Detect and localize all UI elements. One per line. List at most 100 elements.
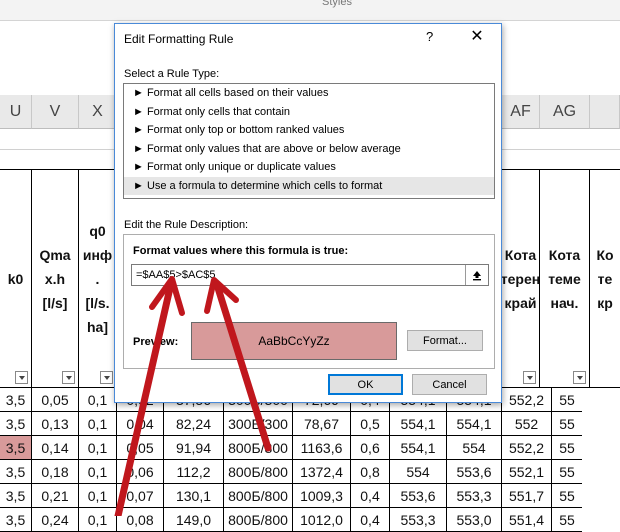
table-cell[interactable]: 551,4 xyxy=(502,508,552,532)
table-cell[interactable]: 553,0 xyxy=(447,508,502,532)
rule-type-list[interactable]: ► Format all cells based on their values… xyxy=(123,83,495,199)
table-cell[interactable]: 149,0 xyxy=(164,508,224,532)
table-cell[interactable]: 552,2 xyxy=(502,388,552,412)
rule-type-item[interactable]: ► Format only top or bottom ranked value… xyxy=(124,121,494,140)
column-header-af[interactable]: AF xyxy=(502,95,540,129)
column-header-u[interactable]: U xyxy=(0,95,32,129)
table-cell[interactable]: 553,6 xyxy=(390,484,447,508)
ribbon-strip: Styles xyxy=(0,0,620,21)
table-cell[interactable]: 553,3 xyxy=(447,484,502,508)
table-cell[interactable]: 554,1 xyxy=(447,412,502,436)
table-cell[interactable]: 3,5 xyxy=(0,412,32,436)
column-header-x[interactable]: X xyxy=(79,95,117,129)
table-cell[interactable]: 553,6 xyxy=(447,460,502,484)
table-cell[interactable]: 0,04 xyxy=(117,412,164,436)
table-cell[interactable]: 0,14 xyxy=(32,436,79,460)
table-cell[interactable]: 800Б/800 xyxy=(224,508,293,532)
column-header-ah[interactable] xyxy=(590,95,620,129)
table-cell[interactable]: 78,67 xyxy=(293,412,351,436)
table-cell[interactable]: 3,5 xyxy=(0,484,32,508)
filter-dropdown-button[interactable] xyxy=(100,371,113,384)
table-cell[interactable]: 1163,6 xyxy=(293,436,351,460)
table-cell[interactable]: 55 xyxy=(552,460,582,484)
table-cell[interactable]: 3,5 xyxy=(0,436,32,460)
table-cell[interactable]: 0,5 xyxy=(351,412,390,436)
table-cell[interactable]: 0,21 xyxy=(32,484,79,508)
table-cell[interactable]: 0,05 xyxy=(32,388,79,412)
rule-type-item[interactable]: ► Format only unique or duplicate values xyxy=(124,158,494,177)
table-cell[interactable]: 0,08 xyxy=(117,508,164,532)
edit-rule-description-label: Edit the Rule Description: xyxy=(124,219,249,231)
table-cell[interactable]: 554 xyxy=(447,436,502,460)
filter-dropdown-button[interactable] xyxy=(523,371,536,384)
cancel-button[interactable]: Cancel xyxy=(412,374,487,395)
header-cell-k0[interactable]: k0 xyxy=(0,170,32,388)
table-cell[interactable]: 55 xyxy=(552,412,582,436)
table-cell[interactable]: 0,1 xyxy=(79,508,117,532)
table-cell[interactable]: 55 xyxy=(552,508,582,532)
header-cell-kota-kr[interactable]: Ко те кр xyxy=(590,170,620,388)
table-cell[interactable]: 552 xyxy=(502,412,552,436)
help-button[interactable]: ? xyxy=(426,29,433,44)
table-cell[interactable]: 0,06 xyxy=(117,460,164,484)
table-cell[interactable]: 552,2 xyxy=(502,436,552,460)
column-header-ag[interactable]: AG xyxy=(540,95,590,129)
table-cell[interactable]: 0,07 xyxy=(117,484,164,508)
formula-input[interactable]: =$AA$5>$AC$5 xyxy=(131,264,489,286)
header-cell-q0[interactable]: q0 инф . [l/s. ha] xyxy=(79,170,117,388)
header-cell-kota-teme[interactable]: Кота теме нач. xyxy=(540,170,590,388)
header-text: q0 инф . [l/s. ha] xyxy=(82,222,113,335)
format-button[interactable]: Format... xyxy=(407,330,483,351)
column-header-v[interactable]: V xyxy=(32,95,79,129)
table-cell[interactable]: 554,1 xyxy=(390,412,447,436)
table-cell[interactable]: 1009,3 xyxy=(293,484,351,508)
table-cell[interactable]: 0,05 xyxy=(117,436,164,460)
table-cell[interactable]: 800Б/800 xyxy=(224,484,293,508)
header-cell-kota-teren[interactable]: Кота терен край xyxy=(501,170,540,388)
table-cell[interactable]: 3,5 xyxy=(0,460,32,484)
table-cell[interactable]: 3,5 xyxy=(0,508,32,532)
table-cell[interactable]: 554,1 xyxy=(390,436,447,460)
table-cell[interactable]: 0,1 xyxy=(79,412,117,436)
table-cell[interactable]: 1372,4 xyxy=(293,460,351,484)
table-cell[interactable]: 0,1 xyxy=(79,484,117,508)
formula-label: Format values where this formula is true… xyxy=(133,245,349,257)
rule-type-item[interactable]: ► Format all cells based on their values xyxy=(124,84,494,103)
table-cell[interactable]: 800Б/800 xyxy=(224,436,293,460)
ok-button[interactable]: OK xyxy=(328,374,403,395)
rule-type-item[interactable]: ► Format only values that are above or b… xyxy=(124,140,494,159)
table-cell[interactable]: 300Б/300 xyxy=(224,412,293,436)
table-cell[interactable]: 0,4 xyxy=(351,484,390,508)
table-cell[interactable]: 554 xyxy=(390,460,447,484)
table-cell[interactable]: 0,1 xyxy=(79,436,117,460)
table-cell[interactable]: 553,3 xyxy=(390,508,447,532)
table-cell[interactable]: 91,94 xyxy=(164,436,224,460)
table-cell[interactable]: 112,2 xyxy=(164,460,224,484)
table-cell[interactable]: 0,1 xyxy=(79,388,117,412)
rule-type-item[interactable]: ► Format only cells that contain xyxy=(124,103,494,122)
table-cell[interactable]: 0,18 xyxy=(32,460,79,484)
table-cell[interactable]: 1012,0 xyxy=(293,508,351,532)
header-cell-qmax[interactable]: Qma x.h [l/s] xyxy=(32,170,79,388)
table-cell[interactable]: 551,7 xyxy=(502,484,552,508)
table-cell[interactable]: 55 xyxy=(552,388,582,412)
table-cell[interactable]: 130,1 xyxy=(164,484,224,508)
table-cell[interactable]: 0,24 xyxy=(32,508,79,532)
table-cell[interactable]: 0,1 xyxy=(79,460,117,484)
table-cell[interactable]: 0,8 xyxy=(351,460,390,484)
filter-dropdown-button[interactable] xyxy=(573,371,586,384)
filter-dropdown-button[interactable] xyxy=(15,371,28,384)
table-cell[interactable]: 552,1 xyxy=(502,460,552,484)
table-cell[interactable]: 0,4 xyxy=(351,508,390,532)
table-cell[interactable]: 55 xyxy=(552,484,582,508)
table-cell[interactable]: 0,6 xyxy=(351,436,390,460)
table-cell[interactable]: 0,13 xyxy=(32,412,79,436)
collapse-dialog-button[interactable] xyxy=(465,265,488,285)
filter-dropdown-button[interactable] xyxy=(62,371,75,384)
table-cell[interactable]: 55 xyxy=(552,436,582,460)
rule-type-item-selected[interactable]: ► Use a formula to determine which cells… xyxy=(124,176,494,195)
table-cell[interactable]: 82,24 xyxy=(164,412,224,436)
table-cell[interactable]: 800Б/800 xyxy=(224,460,293,484)
close-icon[interactable]: ✕ xyxy=(466,27,488,49)
table-cell[interactable]: 3,5 xyxy=(0,388,32,412)
